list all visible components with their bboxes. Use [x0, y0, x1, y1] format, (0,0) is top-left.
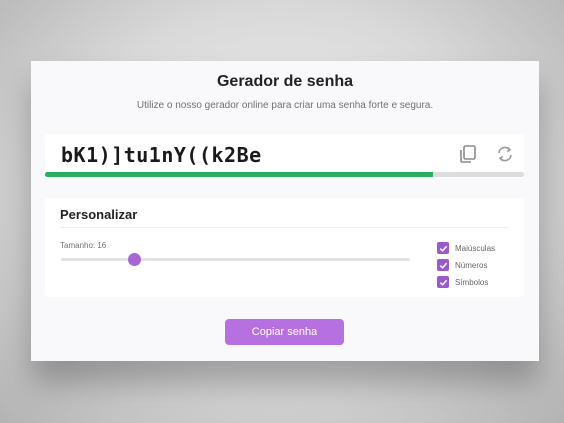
symbols-checkbox[interactable]	[437, 276, 449, 288]
password-text[interactable]: bK1)]tu1nY((k2Be	[61, 143, 262, 167]
numbers-label: Números	[455, 260, 488, 270]
divider	[60, 227, 509, 228]
page-subtitle: Utilize o nosso gerador online para cria…	[136, 100, 434, 111]
size-slider-thumb[interactable]	[128, 253, 142, 266]
customize-panel: Personalizar Tamanho: 16 Maiúsculas Núme…	[45, 198, 524, 297]
strength-bar	[45, 172, 524, 177]
size-slider[interactable]	[61, 253, 410, 266]
refresh-icon[interactable]	[494, 143, 516, 165]
uppercase-label: Maiúsculas	[455, 243, 496, 253]
uppercase-checkbox[interactable]	[437, 242, 449, 254]
symbols-label: Símbolos	[455, 277, 489, 287]
option-symbols[interactable]: Símbolos	[437, 274, 495, 290]
customize-title: Personalizar	[60, 207, 138, 222]
page-title: Gerador de senha	[216, 73, 354, 90]
size-label: Tamanho: 16	[60, 241, 107, 250]
copy-password-button[interactable]: Copiar senha	[225, 319, 344, 345]
copy-icon[interactable]	[457, 143, 479, 165]
option-numbers[interactable]: Números	[437, 257, 495, 273]
options-list: Maiúsculas Números Símbolos	[437, 240, 495, 291]
strength-bar-fill	[45, 172, 433, 177]
password-generator-card: Gerador de senha Utilize o nosso gerador…	[31, 61, 539, 361]
option-uppercase[interactable]: Maiúsculas	[437, 240, 495, 256]
numbers-checkbox[interactable]	[437, 259, 449, 271]
